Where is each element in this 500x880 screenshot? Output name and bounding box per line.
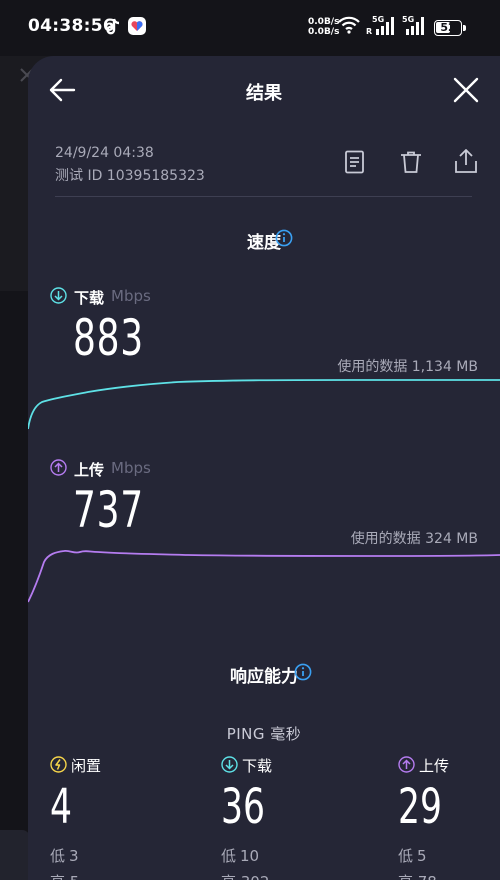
trash-icon[interactable] bbox=[399, 150, 423, 174]
test-id: 测试 ID 10395185323 bbox=[55, 168, 205, 184]
ping-title: PING 毫秒 bbox=[226, 725, 302, 743]
idle-label: 闲置 bbox=[71, 757, 102, 775]
upload-label: 上传 bbox=[74, 461, 105, 479]
document-icon[interactable] bbox=[344, 150, 366, 174]
wifi-icon bbox=[338, 16, 360, 34]
ping-download: 下载 36 低10 高 302 bbox=[221, 753, 361, 880]
download-ping-icon bbox=[221, 756, 238, 773]
idle-low: 低3 bbox=[50, 847, 79, 865]
svg-text:5G: 5G bbox=[372, 15, 384, 24]
close-icon[interactable] bbox=[453, 77, 479, 103]
upload-ping-value: 29 bbox=[398, 779, 442, 835]
idle-icon bbox=[50, 756, 67, 773]
network-speed: 0.0B/s 0.0B/s bbox=[308, 17, 340, 37]
ping-idle: 闲置 4 低3 高 5 bbox=[50, 753, 190, 880]
battery-icon: 52 bbox=[434, 20, 466, 36]
status-bar: 04:38:56 0.0B/s 0.0B/s R 5G 5G 52 bbox=[0, 0, 500, 56]
download-icon bbox=[50, 287, 67, 304]
tiktok-icon bbox=[106, 18, 120, 35]
upload-icon bbox=[50, 459, 67, 476]
upload-ping-label: 上传 bbox=[419, 757, 450, 775]
svg-text:5G: 5G bbox=[402, 15, 414, 24]
responsiveness-info-icon[interactable] bbox=[294, 663, 312, 681]
page-title: 结果 bbox=[246, 83, 282, 104]
backdrop-card bbox=[0, 830, 30, 880]
download-graph bbox=[28, 379, 500, 430]
cell-signal-2-icon: 5G bbox=[402, 15, 424, 35]
idle-high: 高 5 bbox=[50, 871, 79, 880]
upload-unit: Mbps bbox=[111, 459, 151, 477]
responsiveness-section-title: 响应能力 bbox=[230, 667, 298, 687]
net-up-speed: 0.0B/s bbox=[308, 17, 340, 27]
download-value: 883 bbox=[73, 309, 144, 367]
idle-value: 4 bbox=[50, 779, 72, 835]
upload-ping-low: 低5 bbox=[398, 847, 427, 865]
download-label: 下载 bbox=[74, 289, 105, 307]
download-ping-value: 36 bbox=[221, 779, 265, 835]
share-icon[interactable] bbox=[454, 148, 478, 174]
battery-level: 52 bbox=[440, 21, 456, 34]
download-ping-high: 高 302 bbox=[221, 871, 269, 880]
cell-signal-icon: 5G bbox=[372, 15, 394, 35]
result-sheet: 结果 24/9/24 04:38 测试 ID 10395185323 速度 下载… bbox=[28, 56, 500, 880]
speed-info-icon[interactable] bbox=[275, 229, 293, 247]
ping-upload: 上传 29 低5 高 78 bbox=[398, 753, 498, 880]
download-unit: Mbps bbox=[111, 287, 151, 305]
upload-ping-high: 高 78 bbox=[398, 871, 437, 880]
upload-value: 737 bbox=[73, 481, 144, 539]
test-date: 24/9/24 04:38 bbox=[55, 145, 154, 161]
divider bbox=[55, 196, 472, 197]
status-time: 04:38:56 bbox=[28, 16, 115, 36]
upload-ping-icon bbox=[398, 756, 415, 773]
header-bar: 结果 bbox=[28, 56, 500, 126]
upload-graph bbox=[28, 549, 500, 603]
download-ping-label: 下载 bbox=[242, 757, 273, 775]
app-notification-icon bbox=[128, 17, 146, 35]
speed-section-title: 速度 bbox=[247, 233, 281, 253]
download-ping-low: 低 10 bbox=[221, 847, 260, 865]
net-down-speed: 0.0B/s bbox=[308, 27, 340, 37]
